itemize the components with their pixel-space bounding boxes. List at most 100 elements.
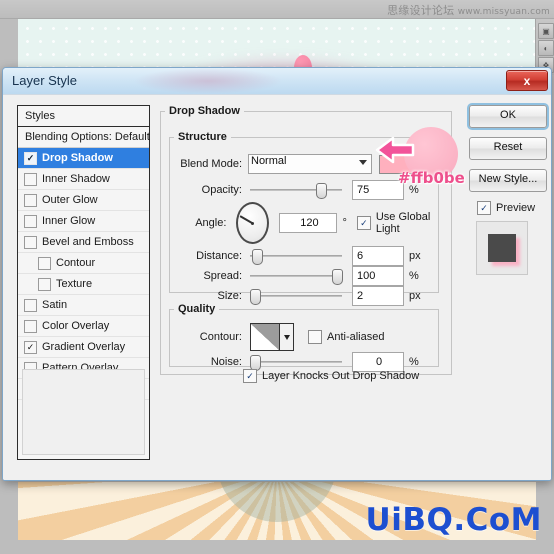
dialog-titlebar[interactable]: Layer Style x bbox=[3, 68, 551, 95]
structure-group-title: Structure bbox=[178, 131, 227, 143]
sidebar-item-inner-glow[interactable]: Inner Glow bbox=[18, 211, 149, 232]
sidebar-item-blending-options-default[interactable]: Blending Options: Default bbox=[18, 127, 150, 148]
sidebar-item-bevel-and-emboss[interactable]: Bevel and Emboss bbox=[18, 232, 149, 253]
style-enable-checkbox[interactable] bbox=[24, 214, 37, 228]
style-item-label: Outer Glow bbox=[42, 194, 98, 206]
opacity-slider-knob[interactable] bbox=[316, 183, 327, 199]
spread-slider[interactable] bbox=[250, 268, 343, 285]
style-enable-checkbox[interactable]: ✓ bbox=[24, 151, 37, 165]
size-slider[interactable] bbox=[250, 288, 342, 305]
distance-slider-track bbox=[250, 255, 342, 257]
distance-row: Distance: px bbox=[176, 246, 421, 266]
close-icon[interactable]: x bbox=[506, 70, 548, 91]
new-style-button[interactable]: New Style... bbox=[469, 169, 547, 192]
anti-aliased-checkbox[interactable] bbox=[308, 330, 322, 344]
noise-label: Noise: bbox=[210, 356, 242, 368]
ok-button[interactable]: OK bbox=[469, 105, 547, 128]
adjustment-icon[interactable]: ◐ bbox=[538, 40, 554, 56]
style-enable-checkbox[interactable] bbox=[24, 235, 37, 249]
dialog-body: Styles Blending Options: Default ✓ Drop Sh… bbox=[3, 95, 551, 480]
layer-knockout-row: ✓ Layer Knocks Out Drop Shadow bbox=[243, 367, 419, 385]
layer-knockout-checkbox[interactable]: ✓ bbox=[243, 369, 257, 383]
distance-slider[interactable] bbox=[250, 248, 342, 265]
angle-unit: ° bbox=[342, 217, 347, 229]
spread-row: Spread: % bbox=[176, 266, 419, 286]
style-enable-checkbox[interactable] bbox=[38, 277, 51, 291]
blend-mode-label: Blend Mode: bbox=[180, 158, 242, 170]
opacity-slider[interactable] bbox=[250, 182, 342, 199]
angle-row: Angle: ° ✓ Use Global Light bbox=[176, 201, 438, 245]
titlebar-backdrop-blur bbox=[133, 68, 283, 94]
use-global-light-label: Use Global Light bbox=[375, 211, 431, 235]
annotation-hex-text: #ffb0be bbox=[398, 169, 465, 187]
contour-picker[interactable] bbox=[250, 323, 294, 351]
image-icon[interactable]: ▣ bbox=[538, 23, 554, 39]
distance-input[interactable] bbox=[352, 246, 404, 266]
spread-slider-knob[interactable] bbox=[332, 269, 343, 285]
spread-unit: % bbox=[409, 270, 419, 282]
style-enable-checkbox[interactable] bbox=[24, 319, 37, 333]
use-global-light-checkbox[interactable]: ✓ bbox=[356, 216, 371, 230]
styles-panel-header: Styles bbox=[18, 106, 149, 127]
spread-slider-track bbox=[250, 275, 342, 277]
screenshot-root: 思缘设计论坛 www.missyuan.com ▣ ◐ ❖ UiBQ.CoM L… bbox=[0, 0, 554, 554]
style-item-label: Bevel and Emboss bbox=[42, 236, 134, 248]
spread-input[interactable] bbox=[352, 266, 404, 286]
blend-mode-dropdown[interactable]: Normal bbox=[248, 154, 372, 174]
style-enable-checkbox[interactable] bbox=[24, 298, 37, 312]
layer-style-dialog: Layer Style x Styles Blending Options: D… bbox=[2, 67, 552, 481]
distance-label: Distance: bbox=[196, 250, 242, 262]
anti-aliased-label: Anti-aliased bbox=[327, 331, 385, 343]
style-item-label: Color Overlay bbox=[42, 320, 110, 332]
contour-dropdown-arrow[interactable] bbox=[280, 324, 293, 350]
opacity-slider-track bbox=[250, 189, 342, 191]
preview-thumbnail-shape bbox=[488, 234, 516, 262]
angle-input[interactable] bbox=[279, 213, 338, 233]
sidebar-item-inner-shadow[interactable]: Inner Shadow bbox=[18, 169, 149, 190]
contour-preview bbox=[251, 324, 280, 350]
sidebar-item-contour[interactable]: Contour bbox=[18, 253, 149, 274]
layer-knockout-label: Layer Knocks Out Drop Shadow bbox=[262, 370, 420, 382]
opacity-input[interactable] bbox=[352, 180, 404, 200]
style-item-label: Gradient Overlay bbox=[42, 341, 126, 353]
angle-label: Angle: bbox=[195, 217, 227, 229]
opacity-label: Opacity: bbox=[201, 184, 242, 196]
dialog-button-column: OK Reset New Style... ✓ Preview bbox=[469, 105, 547, 275]
style-item-label: Blending Options: Default bbox=[25, 131, 150, 143]
size-unit: px bbox=[409, 290, 421, 302]
style-enable-checkbox[interactable]: ✓ bbox=[24, 340, 37, 354]
style-enable-checkbox[interactable] bbox=[24, 172, 37, 186]
sidebar-item-texture[interactable]: Texture bbox=[18, 274, 149, 295]
watermark-bottom: UiBQ.CoM bbox=[365, 502, 542, 538]
styles-panel: Styles Blending Options: Default ✓ Drop Sh… bbox=[17, 105, 150, 460]
size-label: Size: bbox=[217, 290, 242, 302]
angle-dial[interactable] bbox=[236, 202, 270, 244]
preview-row: ✓ Preview bbox=[477, 201, 545, 215]
style-enable-checkbox[interactable] bbox=[24, 193, 37, 207]
styles-presets-area bbox=[22, 369, 145, 455]
sidebar-item-color-overlay[interactable]: Color Overlay bbox=[18, 316, 149, 337]
sidebar-item-drop-shadow[interactable]: ✓ Drop Shadow bbox=[18, 148, 149, 169]
style-item-label: Satin bbox=[42, 299, 68, 311]
quality-group: Quality Contour: Anti-aliased Noise: 0 % bbox=[169, 303, 439, 372]
annotation-arrow-icon bbox=[375, 136, 415, 164]
sidebar-item-satin[interactable]: Satin bbox=[18, 295, 149, 316]
opacity-row: Opacity: % bbox=[176, 180, 419, 200]
contour-label: Contour: bbox=[199, 331, 242, 343]
distance-slider-knob[interactable] bbox=[252, 249, 263, 265]
sidebar-item-outer-glow[interactable]: Outer Glow bbox=[18, 190, 149, 211]
noise-slider-track bbox=[250, 361, 342, 363]
style-item-label: Contour bbox=[56, 257, 96, 269]
preview-checkbox[interactable]: ✓ bbox=[477, 201, 491, 215]
drop-shadow-group-title: Drop Shadow bbox=[169, 105, 240, 117]
style-item-label: Drop Shadow bbox=[42, 152, 113, 164]
reset-button[interactable]: Reset bbox=[469, 137, 547, 160]
quality-group-title: Quality bbox=[178, 303, 216, 315]
dialog-title: Layer Style bbox=[12, 73, 78, 88]
preview-label: Preview bbox=[496, 202, 536, 214]
angle-dial-center bbox=[251, 221, 255, 225]
sidebar-item-gradient-overlay[interactable]: ✓ Gradient Overlay bbox=[18, 337, 149, 358]
blend-mode-value[interactable]: Normal bbox=[248, 154, 372, 174]
style-item-label: Inner Glow bbox=[42, 215, 96, 227]
style-enable-checkbox[interactable] bbox=[38, 256, 51, 270]
